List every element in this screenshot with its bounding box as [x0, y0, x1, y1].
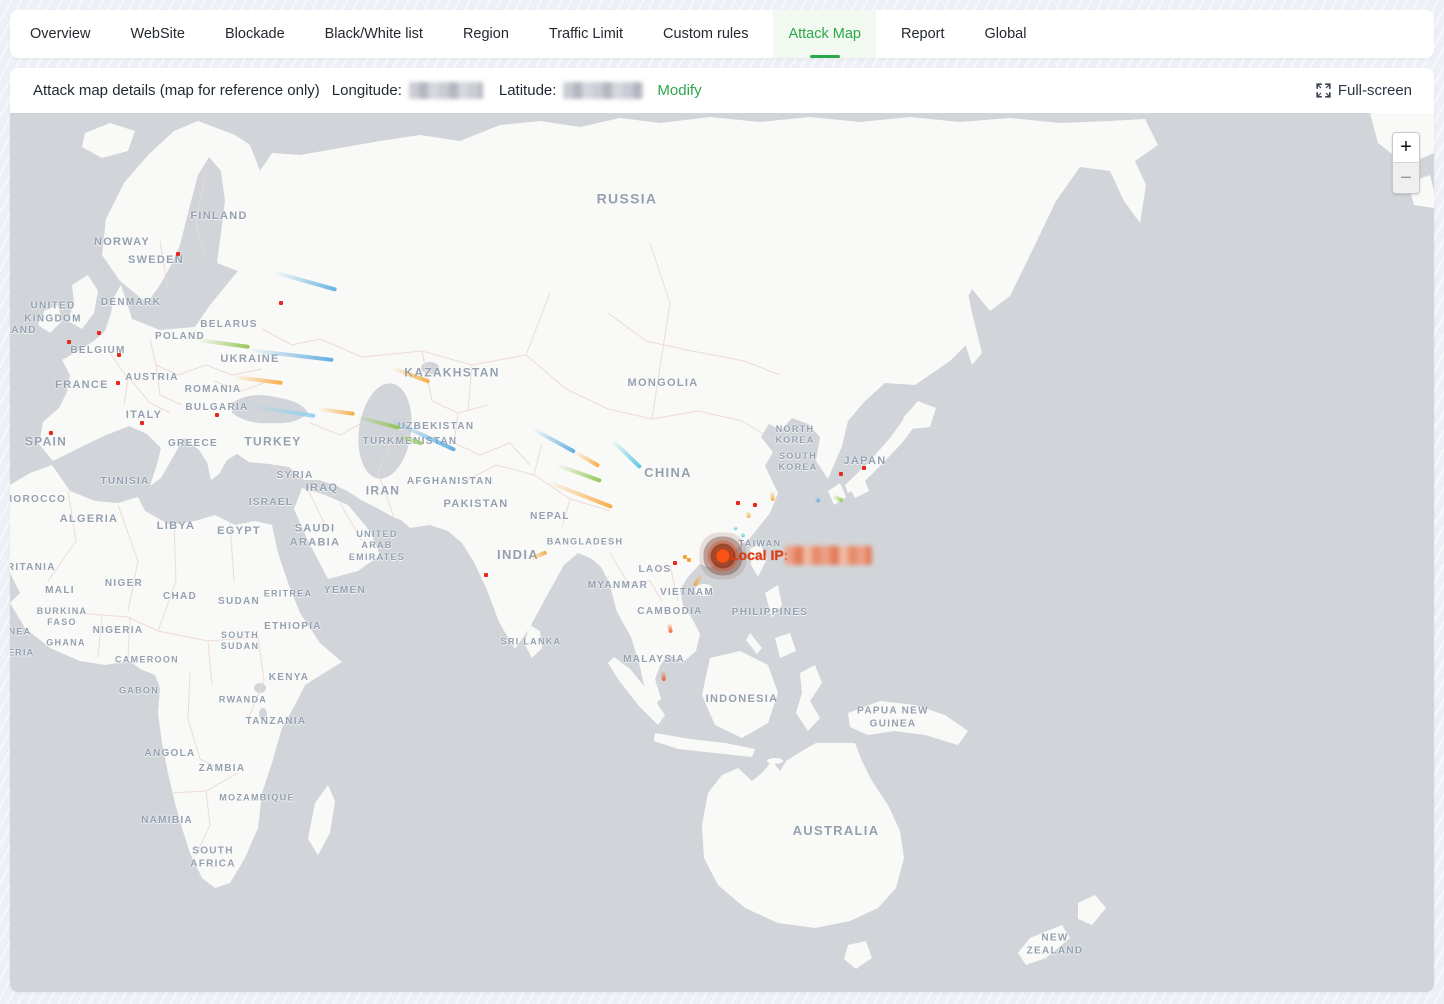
- tab-report[interactable]: Report: [901, 10, 945, 58]
- longitude-label: Longitude:: [332, 82, 402, 99]
- map-toolbar: Attack map details (map for reference on…: [10, 68, 1434, 113]
- fullscreen-button[interactable]: Full-screen: [1316, 82, 1412, 99]
- local-ip-label: Local IP:: [730, 547, 788, 563]
- modify-link[interactable]: Modify: [657, 82, 701, 99]
- tab-website[interactable]: WebSite: [130, 10, 185, 58]
- longitude-value-redacted: [409, 82, 483, 99]
- latitude-label: Latitude:: [499, 82, 557, 99]
- tab-global[interactable]: Global: [985, 10, 1027, 58]
- tab-attack-map[interactable]: Attack Map: [773, 10, 876, 58]
- tab-overview[interactable]: Overview: [30, 10, 90, 58]
- panel-title: Attack map details (map for reference on…: [33, 82, 320, 99]
- fullscreen-icon: [1316, 83, 1331, 98]
- fullscreen-label: Full-screen: [1338, 82, 1412, 99]
- zoom-out-button[interactable]: −: [1393, 163, 1419, 193]
- local-ip-marker: [717, 550, 730, 563]
- tab-bar: Overview WebSite Blockade Black/White list R…: [10, 10, 1434, 58]
- zoom-in-button[interactable]: +: [1393, 133, 1419, 163]
- tab-custom-rules[interactable]: Custom rules: [663, 10, 748, 58]
- attack-map[interactable]: RUSSIAFINLANDNORWAYSWEDENDENMARKUNITED K…: [10, 113, 1434, 992]
- tab-region[interactable]: Region: [463, 10, 509, 58]
- map-zoom-controls: + −: [1392, 132, 1420, 194]
- local-ip-value-redacted: [785, 546, 872, 565]
- tab-list: Overview WebSite Blockade Black/White list R…: [30, 10, 1066, 58]
- tab-blockade[interactable]: Blockade: [225, 10, 285, 58]
- latitude-value-redacted: [563, 82, 643, 99]
- local-ip-layer: Local IP:: [10, 113, 1434, 992]
- tab-black-white-list[interactable]: Black/White list: [325, 10, 423, 58]
- tab-traffic-limit[interactable]: Traffic Limit: [549, 10, 623, 58]
- attack-map-panel: Attack map details (map for reference on…: [10, 68, 1434, 992]
